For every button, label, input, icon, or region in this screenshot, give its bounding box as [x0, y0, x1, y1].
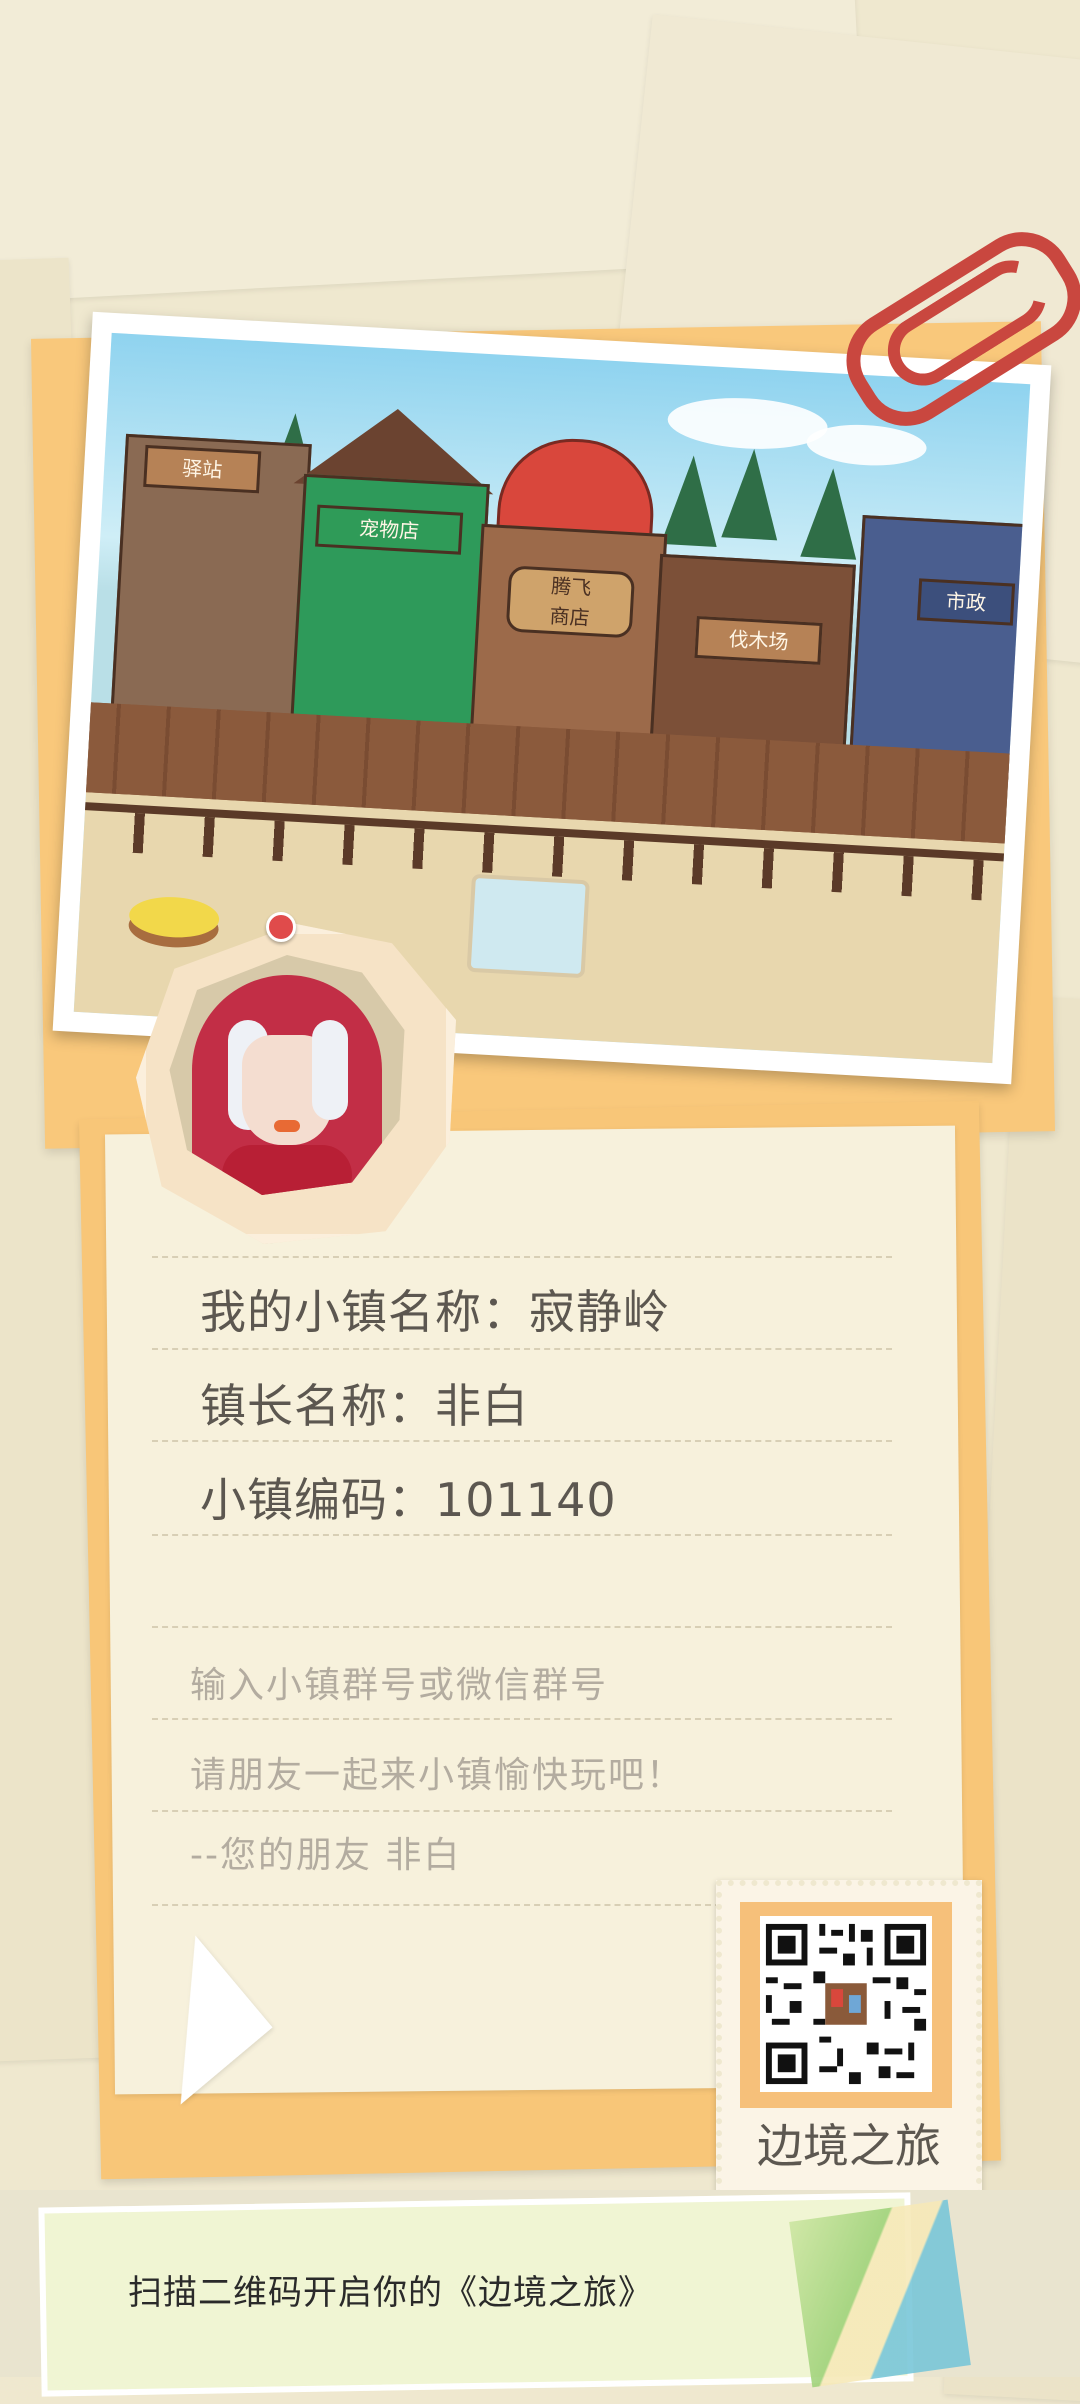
mayor-name: 镇长名称：非白 — [200, 1379, 529, 1433]
pin-icon — [266, 912, 296, 942]
shop-sign-bottom: 商店 — [548, 603, 591, 630]
shop-sign: 腾飞 商店 — [505, 565, 636, 639]
divider — [152, 1626, 892, 1628]
divider — [152, 1534, 892, 1536]
pet-shop-sign: 宠物店 — [315, 504, 464, 555]
divider — [152, 1440, 892, 1442]
divider — [152, 1810, 892, 1812]
footer-cta: 扫描二维码开启你的《边境之旅》 — [128, 2273, 653, 2313]
market-building — [848, 515, 1031, 783]
divider — [152, 1256, 892, 1258]
message-line-1: 输入小镇群号或微信群号 — [190, 1665, 609, 1706]
town-name: 我的小镇名称：寂静岭 — [200, 1285, 670, 1339]
market-sign: 市政 — [916, 578, 1016, 626]
lumber-sign: 伐木场 — [694, 615, 823, 665]
town-code: 小镇编码：101140 — [200, 1473, 617, 1527]
fountain — [466, 873, 590, 979]
qr-code-icon[interactable] — [760, 1916, 932, 2092]
map-decoration — [789, 2199, 971, 2388]
station-sign: 驿站 — [143, 444, 262, 494]
stamp-title: 边境之旅 — [757, 2119, 941, 2173]
divider — [152, 1718, 892, 1720]
message-signature: --您的朋友 非白 — [190, 1835, 462, 1876]
message-line-2: 请朋友一起来小镇愉快玩吧！ — [190, 1755, 685, 1796]
divider — [152, 1348, 892, 1350]
